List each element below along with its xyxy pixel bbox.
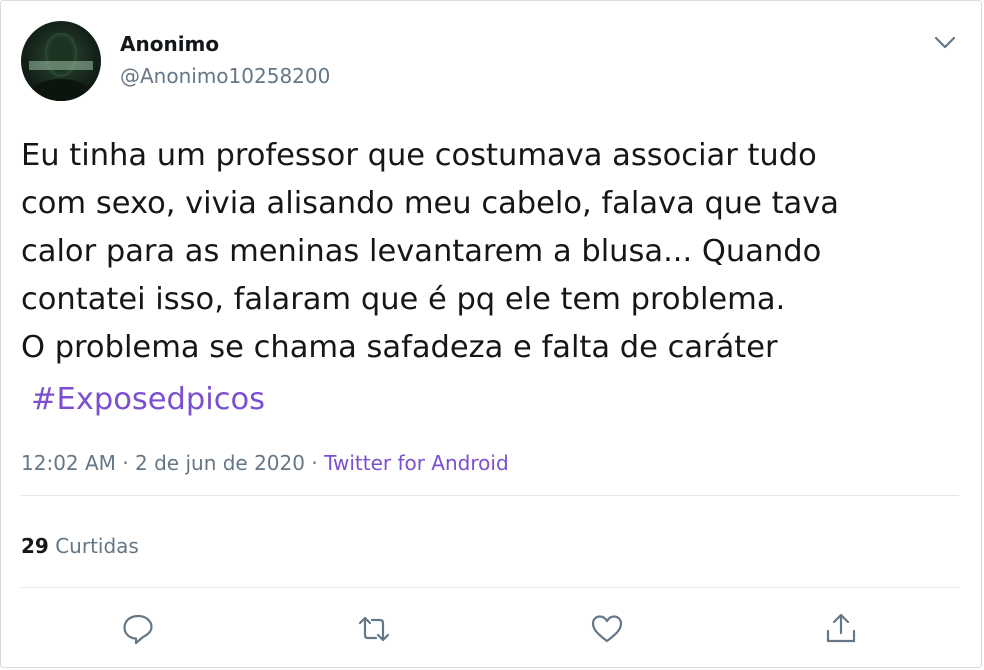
likes-stat[interactable]: 29 Curtidas	[21, 534, 139, 558]
tweet-source-link[interactable]: Twitter for Android	[324, 451, 509, 475]
divider	[21, 587, 959, 588]
tweet-date[interactable]: 2 de jun de 2020	[135, 451, 305, 475]
tweet-text: Eu tinha um professor que costumava asso…	[21, 138, 839, 365]
share-button[interactable]	[823, 611, 859, 647]
like-button[interactable]	[589, 611, 625, 647]
likes-count: 29	[21, 534, 49, 558]
avatar-shoulders	[27, 79, 95, 101]
meta-separator: ·	[122, 451, 129, 475]
tweet-card: Anonimo @Anonimo10258200 Eu tinha um pro…	[0, 0, 982, 668]
reply-button[interactable]	[120, 611, 156, 647]
retweet-icon	[358, 616, 390, 642]
hashtag-link[interactable]: #Exposedpicos	[31, 376, 265, 424]
display-name[interactable]: Anonimo	[120, 32, 219, 56]
retweet-button[interactable]	[356, 611, 392, 647]
user-avatar[interactable]	[21, 21, 101, 101]
likes-label: Curtidas	[55, 534, 139, 558]
heart-icon	[591, 615, 623, 643]
avatar-band	[29, 61, 93, 70]
anonymous-mask-icon	[45, 33, 77, 77]
tweet-meta: 12:02 AM · 2 de jun de 2020 · Twitter fo…	[21, 451, 509, 475]
share-icon	[826, 613, 856, 643]
meta-separator: ·	[311, 451, 318, 475]
divider	[21, 495, 959, 496]
reply-icon	[123, 614, 153, 645]
user-handle[interactable]: @Anonimo10258200	[120, 64, 330, 88]
chevron-down-icon[interactable]	[931, 31, 959, 53]
tweet-time[interactable]: 12:02 AM	[21, 451, 116, 475]
